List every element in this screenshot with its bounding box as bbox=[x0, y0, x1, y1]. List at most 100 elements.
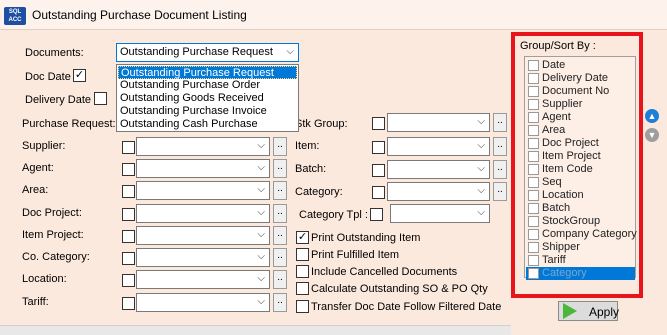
group-sort-checkbox[interactable] bbox=[528, 125, 539, 136]
chevron-down-icon[interactable]: ⌵ bbox=[257, 273, 265, 284]
chevron-down-icon[interactable]: ⌵ bbox=[477, 140, 485, 151]
batch-select[interactable]: ⌵ bbox=[387, 160, 490, 179]
chevron-down-icon[interactable]: ⌵ bbox=[257, 140, 265, 151]
stk-group-select[interactable]: ⌵ bbox=[387, 113, 490, 132]
location-checkbox[interactable] bbox=[122, 274, 135, 287]
item-project-checkbox[interactable] bbox=[122, 230, 135, 243]
category-select[interactable]: ⌵ bbox=[387, 182, 490, 201]
move-down-icon[interactable]: ▼ bbox=[645, 128, 659, 142]
doc-project-select[interactable]: ⌵ bbox=[136, 204, 270, 223]
chevron-down-icon[interactable]: ⌵ bbox=[286, 46, 294, 57]
group-sort-item-stockgroup[interactable]: StockGroup bbox=[526, 215, 635, 228]
group-sort-checkbox[interactable] bbox=[528, 138, 539, 149]
group-sort-item-location[interactable]: Location bbox=[526, 189, 635, 202]
group-sort-item-agent[interactable]: Agent bbox=[526, 111, 635, 124]
group-sort-checkbox[interactable] bbox=[528, 216, 539, 227]
category-browse-button[interactable]: .. bbox=[493, 182, 507, 201]
area-browse-button[interactable]: .. bbox=[273, 181, 287, 200]
supplier-select[interactable]: ⌵ bbox=[136, 137, 270, 156]
item-project-select[interactable]: ⌵ bbox=[136, 226, 270, 245]
group-sort-checkbox[interactable] bbox=[528, 177, 539, 188]
group-sort-checkbox[interactable] bbox=[528, 99, 539, 110]
dropdown-option-cash-purchase[interactable]: Outstanding Cash Purchase bbox=[118, 118, 297, 131]
co-category-checkbox[interactable] bbox=[122, 252, 135, 265]
location-select[interactable]: ⌵ bbox=[136, 270, 270, 289]
group-sort-checkbox[interactable] bbox=[528, 60, 539, 71]
co-category-select[interactable]: ⌵ bbox=[136, 248, 270, 267]
chevron-down-icon[interactable]: ⌵ bbox=[257, 296, 265, 307]
location-browse-button[interactable]: .. bbox=[273, 270, 287, 289]
stk-group-browse-button[interactable]: .. bbox=[493, 113, 507, 132]
agent-checkbox[interactable] bbox=[122, 163, 135, 176]
chevron-down-icon[interactable]: ⌵ bbox=[477, 185, 485, 196]
group-sort-item-document-no[interactable]: Document No bbox=[526, 85, 635, 98]
include-cancelled-checkbox[interactable] bbox=[296, 265, 309, 278]
group-sort-checkbox[interactable] bbox=[528, 203, 539, 214]
item-browse-button[interactable]: .. bbox=[493, 137, 507, 156]
category-checkbox[interactable] bbox=[372, 186, 385, 199]
category-tpl-checkbox[interactable] bbox=[370, 208, 383, 221]
supplier-browse-button[interactable]: .. bbox=[273, 137, 287, 156]
group-sort-item-seq[interactable]: Seq bbox=[526, 176, 635, 189]
group-sort-checkbox[interactable] bbox=[528, 229, 539, 240]
print-fulfilled-checkbox[interactable] bbox=[296, 248, 309, 261]
group-sort-checkbox[interactable] bbox=[528, 255, 539, 266]
chevron-down-icon[interactable]: ⌵ bbox=[257, 251, 265, 262]
chevron-down-icon[interactable]: ⌵ bbox=[257, 229, 265, 240]
group-sort-checkbox[interactable] bbox=[528, 164, 539, 175]
apply-button[interactable]: Apply bbox=[558, 301, 619, 321]
area-checkbox[interactable] bbox=[122, 185, 135, 198]
move-up-icon[interactable]: ▲ bbox=[645, 109, 659, 123]
dropdown-option-purchase-request[interactable]: Outstanding Purchase Request bbox=[118, 66, 297, 79]
group-sort-item-batch[interactable]: Batch bbox=[526, 202, 635, 215]
group-sort-item-supplier[interactable]: Supplier bbox=[526, 98, 635, 111]
calculate-outstanding-checkbox[interactable] bbox=[296, 282, 309, 295]
area-select[interactable]: ⌵ bbox=[136, 181, 270, 200]
dropdown-option-goods-received[interactable]: Outstanding Goods Received bbox=[118, 92, 297, 105]
batch-checkbox[interactable] bbox=[372, 164, 385, 177]
group-sort-item-item-project[interactable]: Item Project bbox=[526, 150, 635, 163]
group-sort-item-shipper[interactable]: Shipper bbox=[526, 241, 635, 254]
group-sort-checkbox[interactable] bbox=[528, 268, 539, 279]
item-project-browse-button[interactable]: .. bbox=[273, 226, 287, 245]
group-sort-checkbox[interactable] bbox=[528, 86, 539, 97]
batch-browse-button[interactable]: .. bbox=[493, 160, 507, 179]
agent-select[interactable]: ⌵ bbox=[136, 159, 270, 178]
tariff-browse-button[interactable]: .. bbox=[273, 293, 287, 312]
group-sort-item-tariff[interactable]: Tariff bbox=[526, 254, 635, 267]
group-sort-checkbox[interactable] bbox=[528, 73, 539, 84]
agent-browse-button[interactable]: .. bbox=[273, 159, 287, 178]
chevron-down-icon[interactable]: ⌵ bbox=[477, 116, 485, 127]
tariff-select[interactable]: ⌵ bbox=[136, 293, 270, 312]
group-sort-checkbox[interactable] bbox=[528, 190, 539, 201]
group-sort-checkbox[interactable] bbox=[528, 151, 539, 162]
transfer-doc-date-checkbox[interactable] bbox=[296, 300, 309, 313]
group-sort-checkbox[interactable] bbox=[528, 112, 539, 123]
doc-date-checkbox[interactable]: ✓ bbox=[73, 69, 86, 82]
dropdown-option-purchase-order[interactable]: Outstanding Purchase Order bbox=[118, 79, 297, 92]
item-select[interactable]: ⌵ bbox=[387, 137, 490, 156]
group-sort-item-delivery-date[interactable]: Delivery Date bbox=[526, 72, 635, 85]
documents-select[interactable]: Outstanding Purchase Request ⌵ bbox=[116, 43, 299, 62]
category-tpl-select[interactable]: ⌵ bbox=[390, 204, 490, 223]
supplier-checkbox[interactable] bbox=[122, 141, 135, 154]
chevron-down-icon[interactable]: ⌵ bbox=[257, 184, 265, 195]
stk-group-checkbox[interactable] bbox=[372, 117, 385, 130]
group-sort-item-item-code[interactable]: Item Code bbox=[526, 163, 635, 176]
tariff-checkbox[interactable] bbox=[122, 297, 135, 310]
group-sort-item-company-category[interactable]: Company Category bbox=[526, 228, 637, 241]
dropdown-option-purchase-invoice[interactable]: Outstanding Purchase Invoice bbox=[118, 105, 297, 118]
chevron-down-icon[interactable]: ⌵ bbox=[257, 207, 265, 218]
group-sort-checkbox[interactable] bbox=[528, 242, 539, 253]
delivery-date-checkbox[interactable] bbox=[94, 92, 107, 105]
chevron-down-icon[interactable]: ⌵ bbox=[477, 163, 485, 174]
item-checkbox[interactable] bbox=[372, 141, 385, 154]
chevron-down-icon[interactable]: ⌵ bbox=[477, 207, 485, 218]
group-sort-item-date[interactable]: Date bbox=[526, 59, 635, 72]
doc-project-browse-button[interactable]: .. bbox=[273, 204, 287, 223]
print-outstanding-checkbox[interactable]: ✓ bbox=[296, 231, 309, 244]
chevron-down-icon[interactable]: ⌵ bbox=[257, 162, 265, 173]
group-sort-item-category[interactable]: Category bbox=[526, 267, 635, 280]
group-sort-item-doc-project[interactable]: Doc Project bbox=[526, 137, 635, 150]
horizontal-scrollbar[interactable] bbox=[0, 325, 511, 335]
